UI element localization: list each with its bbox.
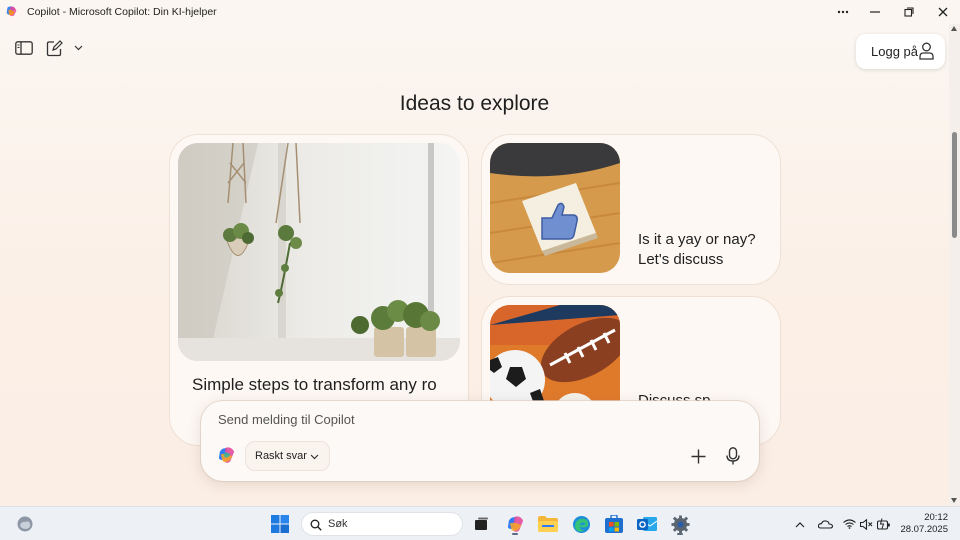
start-button[interactable] bbox=[268, 512, 292, 536]
store-icon bbox=[605, 515, 623, 533]
card-text-transform-room: Simple steps to transform any ro bbox=[192, 375, 437, 394]
user-icon bbox=[919, 42, 934, 60]
battery-icon bbox=[877, 518, 890, 530]
plus-icon bbox=[691, 449, 705, 463]
scroll-up-icon[interactable] bbox=[951, 26, 957, 31]
widgets-button[interactable] bbox=[13, 512, 37, 536]
edge-icon bbox=[572, 515, 590, 533]
system-clock[interactable]: 20:12 28.07.2025 bbox=[898, 512, 948, 536]
message-composer: Send melding til Copilot Raskt svar bbox=[201, 401, 759, 481]
sidebar-toggle-icon bbox=[15, 41, 33, 55]
minimize-button[interactable] bbox=[858, 0, 892, 24]
card-text-line2: Let's discuss bbox=[638, 251, 724, 268]
copilot-app-icon bbox=[507, 515, 523, 532]
chevron-down-icon bbox=[74, 45, 82, 51]
response-mode-dropdown[interactable]: Raskt svar bbox=[245, 441, 330, 471]
settings-icon bbox=[670, 514, 690, 534]
store-button[interactable] bbox=[602, 512, 626, 536]
taskbar: Søk 20:12 28.07.2025 bbox=[0, 506, 960, 540]
search-placeholder: Søk bbox=[328, 518, 348, 530]
maximize-button[interactable] bbox=[892, 0, 926, 24]
show-hidden-icons-button[interactable] bbox=[788, 512, 812, 536]
active-indicator bbox=[512, 533, 518, 535]
idea-card-transform-room[interactable]: Simple steps to transform any ro bbox=[170, 135, 468, 445]
onedrive-icon bbox=[817, 520, 833, 529]
new-chat-options-button[interactable] bbox=[71, 42, 85, 54]
task-view-button[interactable] bbox=[469, 512, 493, 536]
scroll-thumb[interactable] bbox=[952, 132, 957, 238]
file-explorer-icon bbox=[538, 516, 558, 532]
outlook-icon bbox=[637, 517, 657, 531]
thumbs-up-image bbox=[490, 143, 620, 273]
response-mode-label: Raskt svar bbox=[255, 450, 307, 462]
onedrive-button[interactable] bbox=[813, 512, 837, 536]
minimize-icon bbox=[870, 11, 880, 13]
active-indicator bbox=[677, 533, 683, 535]
maximize-icon bbox=[904, 7, 914, 17]
new-chat-icon bbox=[46, 39, 63, 56]
copilot-app-icon bbox=[6, 6, 17, 17]
microphone-icon bbox=[726, 447, 740, 465]
volume-muted-icon bbox=[859, 518, 872, 530]
voice-input-button[interactable] bbox=[721, 444, 745, 468]
window-title: Copilot - Microsoft Copilot: Din KI-hjel… bbox=[27, 6, 217, 18]
weather-icon bbox=[17, 516, 33, 532]
title-bar: Copilot - Microsoft Copilot: Din KI-hjel… bbox=[0, 0, 960, 24]
close-button[interactable] bbox=[926, 0, 960, 24]
scroll-down-icon[interactable] bbox=[951, 498, 957, 503]
login-button[interactable]: Logg på bbox=[856, 34, 945, 69]
clock-date: 28.07.2025 bbox=[900, 524, 948, 535]
edge-button[interactable] bbox=[569, 512, 593, 536]
idea-card-yay-or-nay[interactable]: Is it a yay or nay? Let's discuss bbox=[482, 135, 780, 284]
page-heading: Ideas to explore bbox=[399, 92, 550, 115]
hanging-plants-image bbox=[178, 143, 460, 361]
card-text-yay-or-nay: Is it a yay or nay? Let's discuss bbox=[638, 230, 768, 270]
file-explorer-button[interactable] bbox=[536, 512, 560, 536]
sidebar-toggle-button[interactable] bbox=[14, 39, 34, 57]
task-view-icon bbox=[475, 517, 488, 530]
vertical-scrollbar[interactable] bbox=[949, 24, 960, 506]
message-input[interactable]: Send melding til Copilot bbox=[218, 412, 355, 427]
settings-button[interactable] bbox=[668, 512, 692, 536]
chevron-down-icon bbox=[310, 454, 319, 460]
show-hidden-icon bbox=[795, 521, 805, 527]
taskbar-search[interactable]: Søk bbox=[301, 512, 463, 536]
start-icon bbox=[271, 515, 289, 533]
login-label: Logg på bbox=[871, 44, 918, 59]
copilot-logo-icon bbox=[218, 447, 235, 463]
outlook-button[interactable] bbox=[635, 512, 659, 536]
close-icon bbox=[938, 7, 948, 17]
battery-button[interactable] bbox=[872, 512, 896, 536]
clock-time: 20:12 bbox=[924, 512, 948, 523]
more-options-button[interactable] bbox=[826, 0, 860, 24]
new-chat-button[interactable] bbox=[44, 38, 64, 58]
more-icon bbox=[837, 10, 849, 14]
copilot-taskbar-button[interactable] bbox=[503, 512, 527, 536]
search-icon bbox=[310, 519, 322, 531]
add-attachment-button[interactable] bbox=[687, 445, 709, 467]
copilot-main-area: Logg på Ideas to explore Simple steps to… bbox=[0, 24, 949, 506]
card-text-line1: Is it a yay or nay? bbox=[638, 231, 756, 248]
